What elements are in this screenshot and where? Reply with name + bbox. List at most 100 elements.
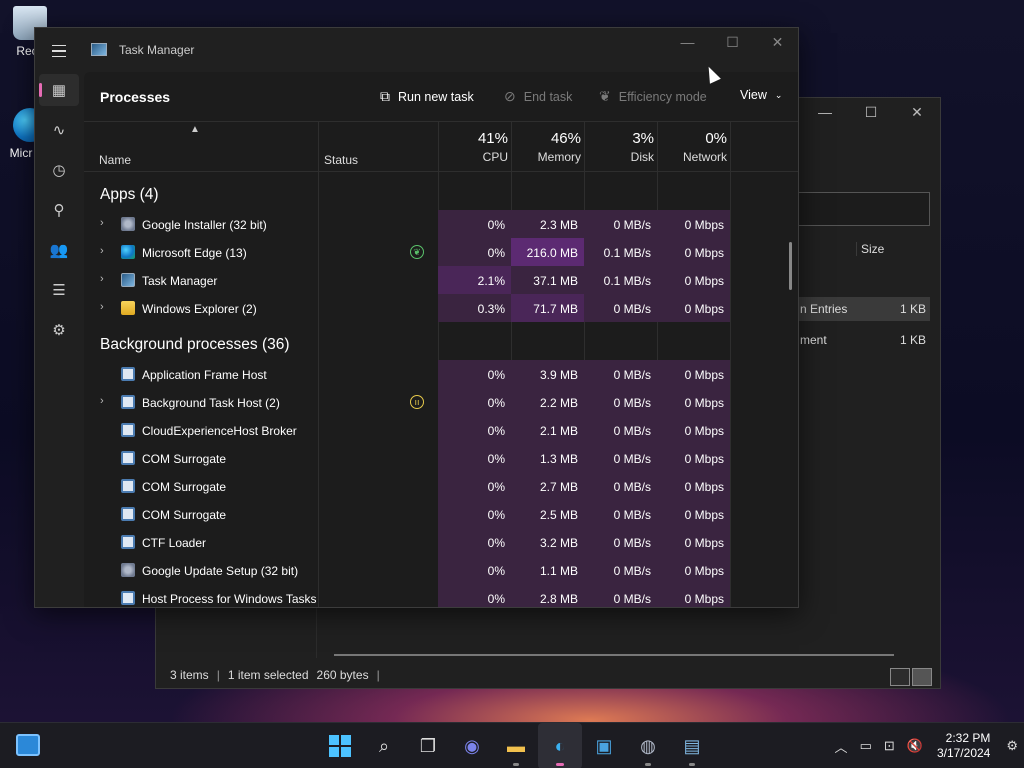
table-row[interactable]: Host Process for Windows Tasks 0% 2.8 MB 0 … — [84, 584, 798, 607]
nav-users[interactable]: 👥 — [39, 234, 79, 266]
task-manager-window: Task Manager — ☐ ✕ ▦ ∿ ◷ ⚲ 👥 ☰ ⚙ ⚙ Proce… — [34, 27, 799, 608]
process-name: Task Manager — [142, 274, 218, 288]
nav-processes[interactable]: ▦ — [39, 74, 79, 106]
efficiency-mode-button[interactable]: ❦ Efficiency mode — [599, 88, 707, 105]
process-icon — [121, 423, 135, 437]
table-row[interactable]: › Background Task Host (2) ıı 0% 2.2 MB 0 MB/… — [84, 388, 798, 416]
store-button[interactable]: ▣ — [582, 723, 626, 768]
nav-details[interactable]: ☰ — [39, 274, 79, 306]
file-explorer-button[interactable]: ▬ — [494, 723, 538, 768]
task-view-button[interactable]: ❐ — [406, 723, 450, 768]
chevron-down-icon: ⌄ — [774, 89, 783, 100]
column-header-status[interactable]: Status — [324, 153, 358, 167]
column-header-network[interactable]: 0% Network — [657, 130, 727, 164]
processes-icon: ▦ — [51, 82, 67, 99]
file-row[interactable]: ment 1 KB — [776, 328, 930, 352]
column-header-memory[interactable]: 46% Memory — [511, 130, 581, 164]
process-icon — [121, 217, 135, 231]
chevron-right-icon[interactable]: › — [100, 217, 104, 229]
table-row[interactable]: › Task Manager 2.1% 37.1 MB 0.1 MB/s 0 Mbps — [84, 266, 798, 294]
task-manager-taskbar-button[interactable]: ▤ — [670, 723, 714, 768]
vertical-scrollbar[interactable] — [789, 242, 792, 290]
column-header-cpu[interactable]: 41% CPU — [438, 130, 508, 164]
view-toggle — [890, 668, 932, 686]
view-dropdown[interactable]: View ⌄ — [740, 88, 782, 102]
cell-mem: 2.2 MB — [511, 388, 584, 416]
table-row[interactable]: › Google Installer (32 bit) 0% 2.3 MB 0 MB/s… — [84, 210, 798, 238]
tray-app-icon[interactable]: ▭ — [860, 738, 872, 754]
cell-net: 0 Mbps — [657, 266, 730, 294]
close-icon[interactable]: ✕ — [755, 28, 798, 56]
cell-cpu: 0.3% — [438, 294, 511, 322]
tiles-view-icon[interactable] — [912, 668, 932, 686]
table-row[interactable]: CloudExperienceHost Broker 0% 2.1 MB 0 MB/s… — [84, 416, 798, 444]
nav-services[interactable]: ⚙ — [39, 314, 79, 346]
network-icon[interactable]: ⊡ — [884, 738, 895, 754]
nav-performance[interactable]: ∿ — [39, 114, 79, 146]
search-box[interactable] — [786, 192, 930, 226]
minimize-icon[interactable]: — — [665, 28, 710, 56]
table-row[interactable]: COM Surrogate 0% 2.7 MB 0 MB/s 0 Mbps — [84, 472, 798, 500]
leaf-icon: ❦ — [599, 88, 611, 104]
table-row[interactable]: Google Update Setup (32 bit) 0% 1.1 MB 0 MB… — [84, 556, 798, 584]
teams-chat-button[interactable]: ◉ — [450, 723, 494, 768]
system-tray: ︿ ▭ ⊡ 🔇 2:32 PM 3/17/2024 ⚙ — [829, 723, 1024, 768]
cell-disk: 0 MB/s — [584, 294, 657, 322]
nav-startup-apps[interactable]: ⚲ — [39, 194, 79, 226]
cell-cpu: 0% — [438, 388, 511, 416]
run-new-task-label: Run new task — [398, 89, 474, 104]
process-icon — [121, 535, 135, 549]
details-view-icon[interactable] — [890, 668, 910, 686]
minimize-icon[interactable]: — — [802, 98, 848, 126]
process-name: Google Installer (32 bit) — [142, 218, 267, 232]
hamburger-menu-icon[interactable] — [45, 40, 73, 62]
maximize-icon[interactable]: ☐ — [848, 98, 894, 126]
chevron-right-icon[interactable]: › — [100, 245, 104, 257]
window-controls: — ☐ ✕ — [665, 28, 798, 56]
column-header-name[interactable]: Name — [99, 153, 131, 167]
volume-muted-icon[interactable]: 🔇 — [907, 738, 923, 754]
title-bar[interactable]: Task Manager — ☐ ✕ — [35, 28, 798, 72]
maximize-icon[interactable]: ☐ — [710, 28, 755, 56]
search-button[interactable]: ⌕ — [362, 723, 406, 768]
table-row[interactable]: Application Frame Host 0% 3.9 MB 0 MB/s 0 Mb… — [84, 360, 798, 388]
table-row[interactable]: CTF Loader 0% 3.2 MB 0 MB/s 0 Mbps — [84, 528, 798, 556]
column-header-disk[interactable]: 3% Disk — [584, 130, 654, 164]
task-view-icon: ❐ — [419, 735, 437, 756]
cell-disk: 0 MB/s — [584, 556, 657, 584]
table-row[interactable]: › Microsoft Edge (13) ❦ 0% 216.0 MB 0.1 MB/s 0… — [84, 238, 798, 266]
cell-disk: 0 MB/s — [584, 210, 657, 238]
cell-mem: 216.0 MB — [511, 238, 584, 266]
cell-mem: 3.2 MB — [511, 528, 584, 556]
table-row[interactable]: COM Surrogate 0% 2.5 MB 0 MB/s 0 Mbps — [84, 500, 798, 528]
cell-disk: 0 MB/s — [584, 500, 657, 528]
end-task-button[interactable]: ⊘ End task — [504, 88, 572, 105]
chevron-right-icon[interactable]: › — [100, 273, 104, 285]
installer-icon: ◍ — [640, 735, 656, 756]
cell-mem: 3.9 MB — [511, 360, 584, 388]
chevron-up-icon[interactable]: ︿ — [835, 737, 848, 756]
cell-net: 0 Mbps — [657, 388, 730, 416]
table-row[interactable]: COM Surrogate 0% 1.3 MB 0 MB/s 0 Mbps — [84, 444, 798, 472]
table-row[interactable]: › Windows Explorer (2) 0.3% 71.7 MB 0 MB/s 0 … — [84, 294, 798, 322]
store-icon: ▣ — [595, 735, 613, 756]
process-name: CloudExperienceHost Broker — [142, 424, 297, 438]
installer-button[interactable]: ◍ — [626, 723, 670, 768]
close-icon[interactable]: ✕ — [894, 98, 940, 126]
clock[interactable]: 2:32 PM 3/17/2024 — [937, 731, 990, 761]
run-new-task-button[interactable]: ⧉ Run new task — [380, 88, 474, 105]
cell-cpu: 0% — [438, 360, 511, 388]
nav-app-history[interactable]: ◷ — [39, 154, 79, 186]
start-button[interactable] — [318, 723, 362, 768]
performance-icon: ∿ — [52, 122, 66, 139]
chevron-right-icon[interactable]: › — [100, 301, 104, 313]
chevron-right-icon[interactable]: › — [100, 395, 104, 407]
column-header-size[interactable]: Size — [856, 242, 938, 256]
edge-icon: ◐ — [554, 735, 566, 756]
process-name: CTF Loader — [142, 536, 207, 550]
widgets-icon[interactable] — [16, 734, 40, 756]
edge-button[interactable]: ◐ — [538, 723, 582, 768]
horizontal-scrollbar[interactable] — [334, 654, 894, 656]
notification-icon[interactable]: ⚙ — [1006, 738, 1018, 754]
file-row[interactable]: n Entries 1 KB — [776, 297, 930, 321]
